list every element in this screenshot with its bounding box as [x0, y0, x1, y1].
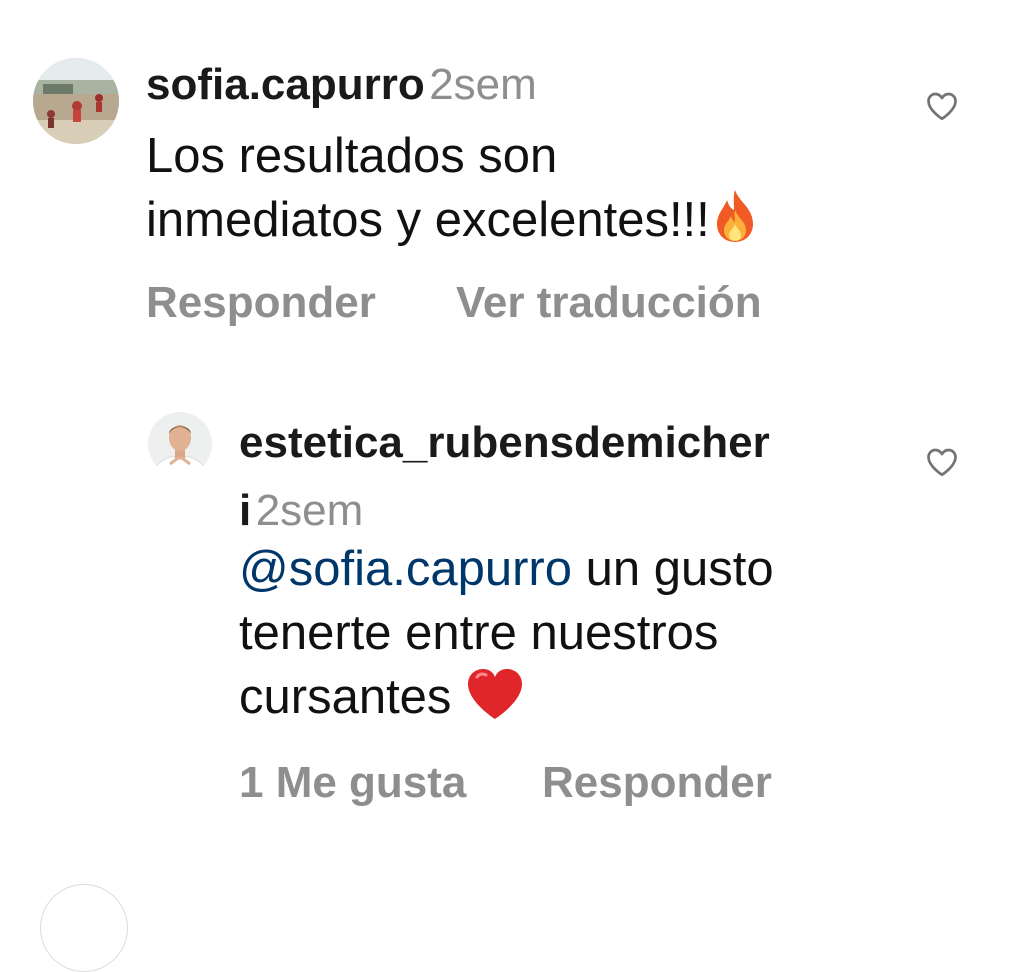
username[interactable]: estetica_rubensdemicher — [239, 418, 770, 467]
red-heart-emoji-icon — [465, 667, 525, 737]
likes-count-button[interactable]: 1 Me gusta — [239, 758, 466, 808]
username[interactable]: sofia.capurro — [146, 60, 425, 109]
comment-line: Los resultados son — [146, 129, 558, 183]
comment-line: inmediatos y excelentes!!! — [146, 193, 710, 247]
comment-header: sofia.capurro 2sem — [146, 60, 537, 110]
reply-header: estetica_rubensdemicher i 2sem — [239, 414, 770, 550]
like-heart-icon[interactable] — [924, 444, 960, 480]
see-translation-button[interactable]: Ver traducción — [456, 278, 762, 328]
comment-line: tenerte entre nuestros — [239, 606, 719, 660]
timestamp: 2sem — [429, 60, 537, 109]
reply-button[interactable]: Responder — [542, 758, 772, 808]
like-heart-icon[interactable] — [924, 88, 960, 124]
reply-button[interactable]: Responder — [146, 278, 376, 328]
next-comment-avatar — [40, 884, 128, 972]
comment-line: un gusto — [572, 542, 774, 596]
timestamp: 2sem — [255, 486, 364, 535]
mention-link[interactable]: @sofia.capurro — [239, 542, 572, 596]
username-continuation[interactable]: i — [239, 486, 251, 535]
estetica-avatar[interactable] — [148, 412, 212, 476]
comment-line: cursantes — [239, 670, 466, 724]
reply-text: @sofia.capurro un gusto tenerte entre nu… — [239, 537, 774, 737]
sofia-capurro-avatar[interactable] — [33, 58, 119, 144]
fire-emoji-icon — [710, 188, 760, 260]
comment-text: Los resultados son inmediatos y excelent… — [146, 124, 760, 260]
